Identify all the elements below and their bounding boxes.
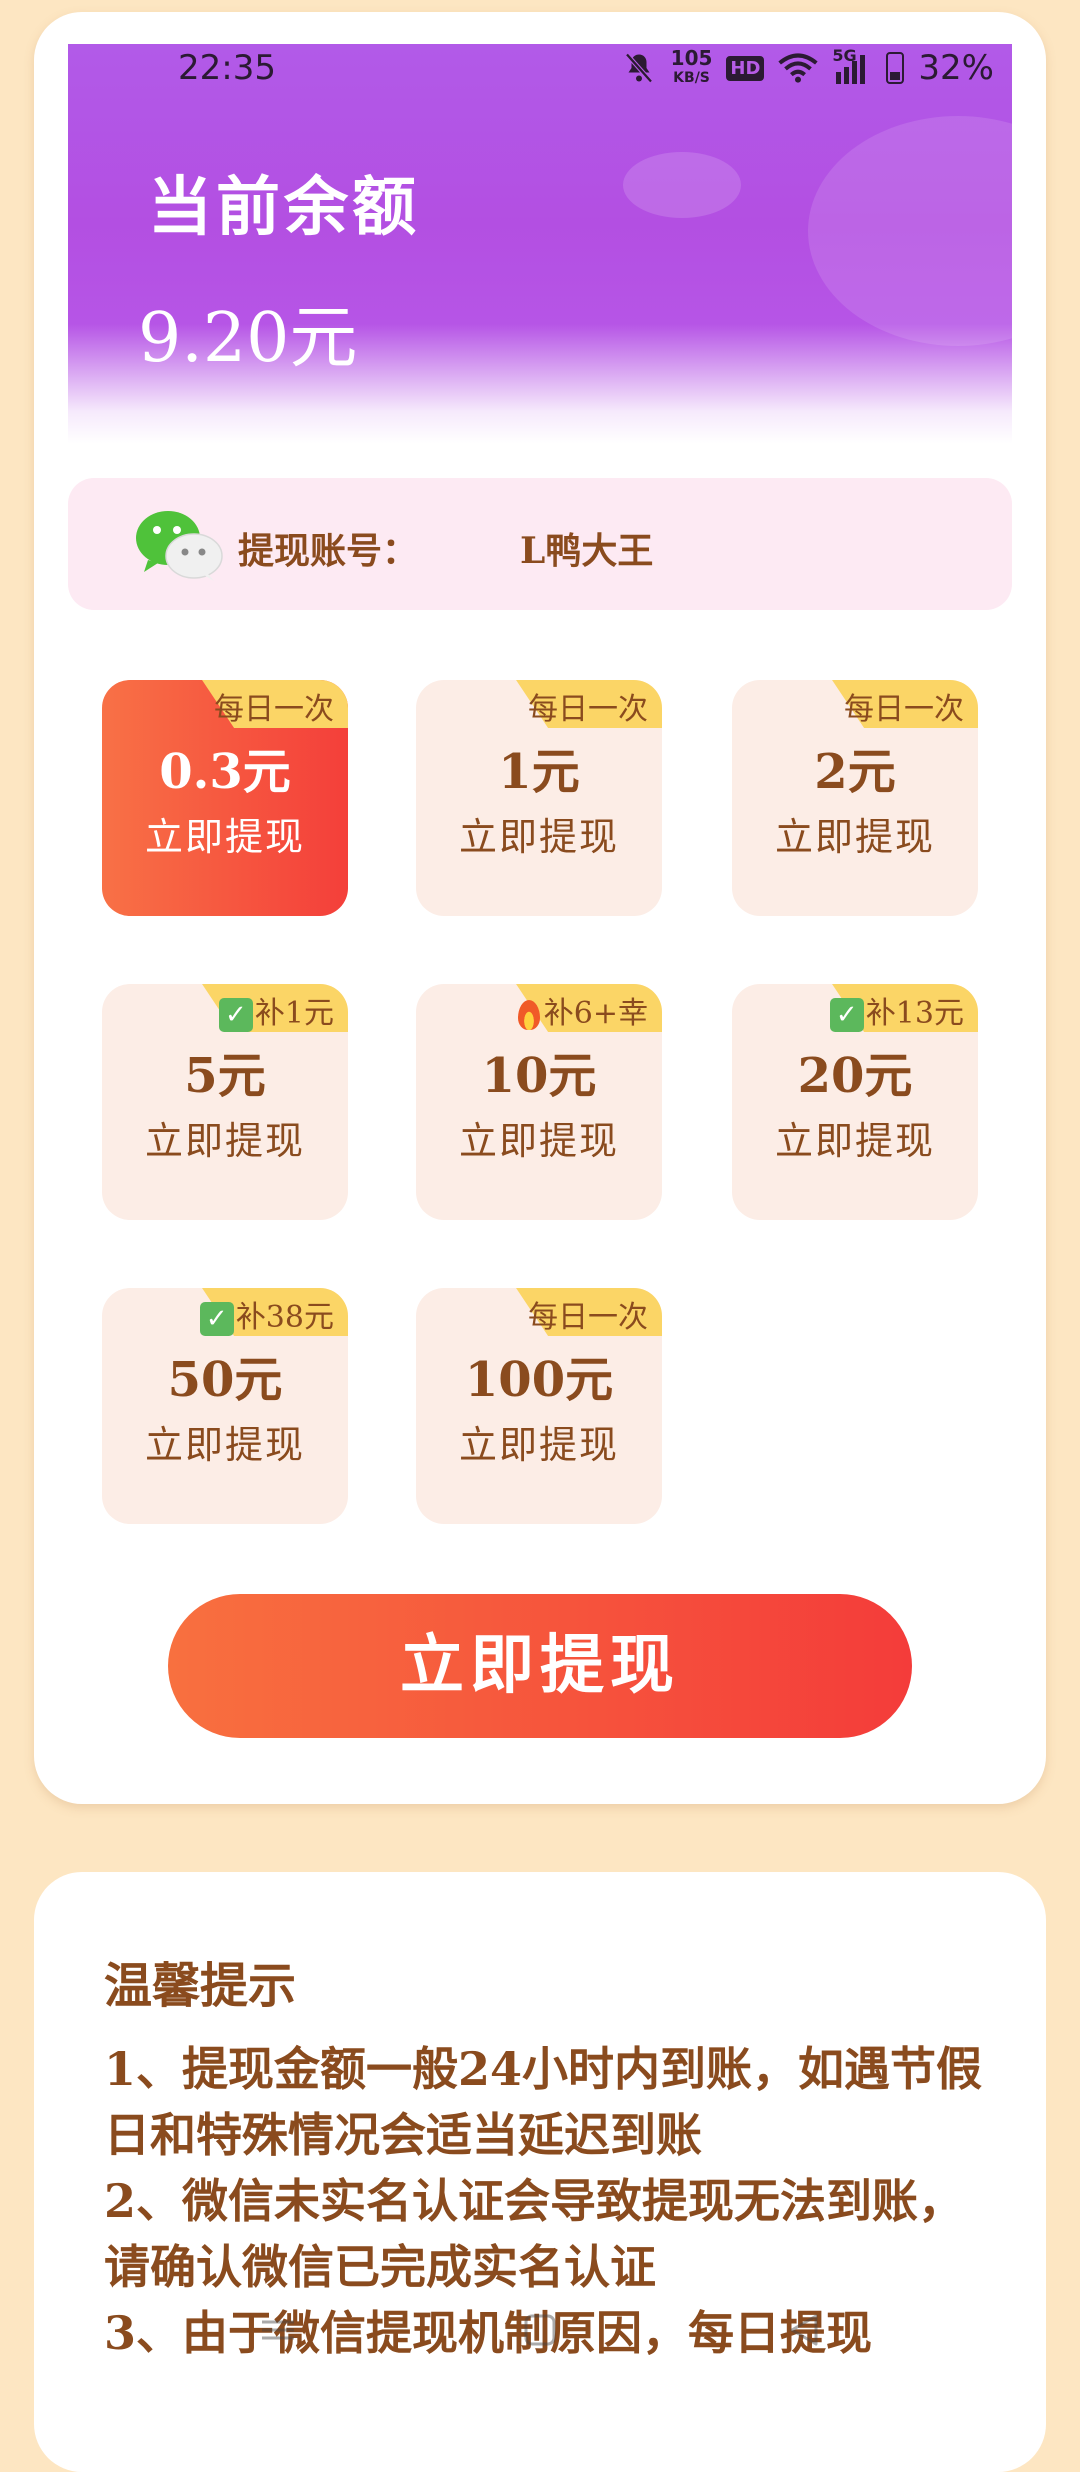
- signal-icon: 5G: [832, 46, 872, 84]
- bell-muted-icon: [624, 53, 653, 83]
- option-badge-text: 每日一次: [528, 1300, 648, 1335]
- check-icon: ✓: [218, 998, 253, 1032]
- withdraw-option-100[interactable]: 每日一次 100元 立即提现: [416, 1288, 662, 1524]
- account-name: L鸭大王: [520, 530, 654, 572]
- wechat-icon: [136, 511, 223, 581]
- withdraw-option-1[interactable]: 每日一次 1元 立即提现: [416, 680, 662, 916]
- option-amount: 0.3元: [159, 744, 291, 800]
- account-label: 提现账号：: [238, 530, 419, 572]
- withdraw-option-2[interactable]: 每日一次 2元 立即提现: [732, 680, 978, 916]
- option-badge-text: 每日一次: [528, 692, 648, 727]
- check-icon: ✓: [199, 1302, 234, 1336]
- option-badge-text: 每日一次: [844, 692, 964, 727]
- badge-label: 补13元: [865, 996, 964, 1031]
- option-amount: 50元: [167, 1352, 283, 1408]
- option-action: 立即提现: [774, 1119, 935, 1163]
- net-speed-unit: KB/S: [673, 70, 710, 86]
- option-action: 立即提现: [774, 815, 935, 859]
- badge-label: 补1元: [254, 996, 334, 1031]
- balance-title: 当前余额: [148, 170, 420, 245]
- option-badge-text: 补6+幸: [517, 988, 648, 1032]
- withdraw-button[interactable]: 立即提现: [168, 1594, 912, 1738]
- option-action: 立即提现: [144, 1119, 305, 1163]
- wifi-icon: [778, 53, 819, 83]
- option-amount: 1元: [498, 744, 580, 800]
- balance-amount: 9.20元: [138, 299, 358, 378]
- net-speed: 105 KB/S: [671, 48, 713, 88]
- badge-label: 补6+幸: [543, 996, 648, 1031]
- balance-header: 22:35 105 KB/S HD 5G 32% 当前余额 9.20元: [68, 44, 1012, 444]
- option-amount: 2元: [814, 744, 896, 800]
- back-icon[interactable]: [784, 2310, 824, 2350]
- option-badge-text: 每日一次: [214, 692, 334, 727]
- badge-label: 补38元: [235, 1300, 334, 1335]
- option-amount: 10元: [481, 1048, 597, 1104]
- option-amount: 20元: [797, 1048, 913, 1104]
- withdraw-option-20[interactable]: ✓ 补13元 20元 立即提现: [732, 984, 978, 1220]
- battery-icon: [886, 52, 905, 84]
- option-action: 立即提现: [144, 1423, 305, 1467]
- decorative-circle: [808, 116, 1012, 346]
- option-amount: 100元: [464, 1352, 614, 1408]
- net-speed-value: 105: [670, 46, 713, 70]
- withdraw-option-5[interactable]: ✓ 补1元 5元 立即提现: [102, 984, 348, 1220]
- decorative-circle: [623, 152, 741, 218]
- option-badge-text: ✓ 补13元: [829, 988, 964, 1032]
- fire-icon: [517, 1000, 540, 1030]
- system-nav-bar: [0, 2300, 1080, 2400]
- option-action: 立即提现: [458, 1423, 619, 1467]
- tip-line: 2、微信未实名认证会导致提现无法到账，请确认微信已完成实名认证: [104, 2174, 965, 2294]
- tip-line: 1、提现金额一般24小时内到账，如遇节假日和特殊情况会适当延迟到账: [104, 2042, 983, 2162]
- battery-percent: 32%: [918, 48, 994, 88]
- status-icons: 105 KB/S HD 5G 32%: [621, 46, 994, 88]
- option-badge-text: ✓ 补1元: [218, 988, 334, 1032]
- home-icon[interactable]: [520, 2310, 560, 2350]
- option-action: 立即提现: [458, 815, 619, 859]
- account-bar[interactable]: 提现账号： L鸭大王: [68, 478, 1012, 610]
- option-action: 立即提现: [144, 815, 305, 859]
- option-badge-text: ✓ 补38元: [199, 1292, 334, 1336]
- withdraw-option-0-3[interactable]: 每日一次 0.3元 立即提现: [102, 680, 348, 916]
- hd-icon: HD: [726, 55, 765, 81]
- check-icon: ✓: [829, 998, 864, 1032]
- tips-title: 温馨提示: [104, 1958, 297, 2014]
- withdraw-option-10[interactable]: 补6+幸 10元 立即提现: [416, 984, 662, 1220]
- menu-icon[interactable]: [258, 2310, 298, 2350]
- withdraw-option-50[interactable]: ✓ 补38元 50元 立即提现: [102, 1288, 348, 1524]
- status-time: 22:35: [178, 48, 276, 88]
- option-amount: 5元: [184, 1048, 266, 1104]
- option-action: 立即提现: [458, 1119, 619, 1163]
